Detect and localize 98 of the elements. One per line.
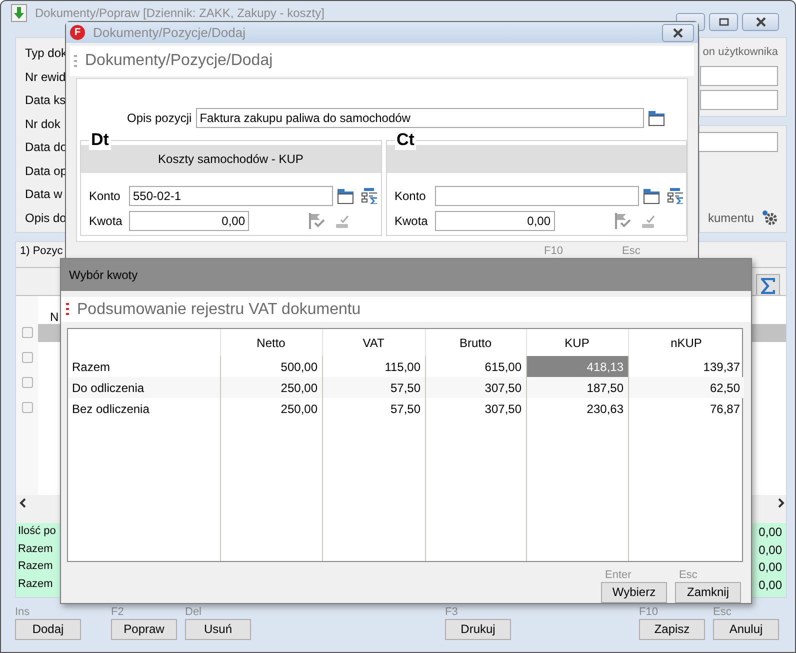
download-icon (11, 4, 27, 22)
section-label: Dt (89, 130, 111, 150)
folder-icon[interactable] (337, 188, 354, 204)
hotkey-label: F3 (445, 605, 459, 619)
window-title: Dokumenty/Pozycje/Dodaj (93, 24, 246, 40)
table-cell[interactable]: 307,50 (425, 398, 526, 420)
hotkey-label: Del (185, 605, 203, 619)
field-label: Data ks (25, 92, 66, 109)
dialog-heading: Dokumenty/Pozycje/Dodaj (85, 51, 273, 71)
action-button[interactable]: Anuluj (713, 619, 779, 640)
text-field[interactable]: Faktura zakupu paliwa do samochodów (196, 108, 644, 128)
row-label: Bez odliczenia (68, 398, 220, 420)
hotkey-label: F10 (543, 244, 564, 258)
text-field[interactable] (700, 90, 778, 110)
app-logo: F (70, 25, 85, 40)
summary-label: Razem (18, 542, 53, 556)
summary-value: 0,00 (758, 525, 782, 541)
table-cell[interactable]: 250,00 (220, 377, 322, 398)
row-label: Do odliczenia (68, 377, 220, 398)
checkbox[interactable] (22, 402, 32, 413)
summary-value: 0,00 (758, 578, 782, 594)
dialog-button[interactable]: Zamknij (675, 582, 741, 603)
action-button[interactable]: Drukuj (445, 619, 511, 640)
close-icon (754, 17, 766, 27)
summary-label: Razem (18, 560, 53, 574)
sigma-icon (761, 278, 775, 294)
summary-value: 0,00 (758, 560, 782, 576)
field-label: Konto (394, 188, 427, 204)
column-header: VAT (322, 329, 425, 356)
field-label: Kwota (89, 214, 124, 228)
maximize-button[interactable] (709, 13, 738, 31)
text-field[interactable]: 0,00 (129, 211, 249, 231)
summary-value: 0,00 (758, 542, 782, 558)
field-label: Kwota (394, 214, 429, 228)
dialog-heading: Podsumowanie rejestru VAT dokumentu (77, 300, 361, 319)
field-label: kumentu (708, 210, 754, 226)
table-cell[interactable]: 57,50 (322, 398, 425, 420)
folder-icon[interactable] (648, 110, 665, 126)
hotkey-label: Ins (15, 605, 31, 619)
field-label: Data w (25, 186, 62, 203)
dialog-button[interactable]: Wybierz (601, 582, 667, 603)
hotkey-label: Esc (678, 568, 698, 582)
text-field[interactable] (700, 66, 778, 86)
scroll-left-icon[interactable] (18, 498, 28, 508)
text-field[interactable] (434, 186, 638, 206)
field-label: Nr ewid (25, 68, 66, 86)
folder-icon[interactable] (642, 188, 660, 204)
row-label: Razem (68, 356, 220, 378)
close-button[interactable] (742, 13, 779, 31)
close-button[interactable] (662, 24, 694, 42)
selected-cell[interactable]: 418,13 (526, 356, 628, 378)
column-header: Netto (220, 329, 322, 356)
table-cell[interactable]: 307,50 (425, 377, 526, 398)
table-cell[interactable]: 57,50 (322, 377, 425, 398)
maximize-icon (718, 18, 728, 26)
summary-label: Razem (18, 578, 53, 592)
checkbox[interactable] (22, 377, 32, 388)
check-icon (640, 214, 654, 228)
field-label: Nr dok (25, 116, 60, 132)
table-cell[interactable]: 76,87 (628, 398, 744, 420)
field-label: Opis pozycji (127, 110, 192, 126)
hotkey-label: Esc (713, 605, 732, 619)
section-label: Ct (394, 130, 416, 150)
text-field[interactable]: 0,00 (434, 211, 554, 231)
action-button[interactable]: Dodaj (15, 619, 81, 640)
close-icon (672, 28, 684, 38)
table-cell[interactable]: 250,00 (220, 398, 322, 420)
window-title: Wybór kwoty (69, 268, 138, 282)
flag-check-icon (614, 213, 630, 229)
text-field[interactable]: 550-02-1 (129, 186, 333, 206)
flag-check-icon (309, 213, 325, 229)
column-header: N (50, 310, 59, 324)
account-name-bar: Koszty samochodów - KUP (81, 145, 380, 173)
tab[interactable]: 1) Pozyc (16, 245, 67, 261)
hotkey-label: Esc (621, 244, 642, 258)
summary-label: Ilość po (18, 525, 56, 539)
account-tree-icon[interactable] (360, 188, 378, 204)
action-button[interactable]: Usuń (185, 619, 251, 640)
hotkey-label: Enter (604, 568, 632, 582)
action-button[interactable]: Zapisz (639, 619, 705, 640)
checkbox[interactable] (22, 327, 32, 338)
window-title: Dokumenty/Popraw [Dziennik: ZAKK, Zakupy - koszty] (35, 6, 324, 21)
scroll-right-icon[interactable] (776, 498, 786, 508)
text-field[interactable] (698, 132, 778, 152)
hotkey-label: F2 (111, 605, 125, 619)
column-header: Brutto (425, 329, 526, 356)
table-cell[interactable]: 230,63 (526, 398, 628, 420)
action-button[interactable]: Popraw (111, 619, 177, 640)
table-cell[interactable]: 187,50 (526, 377, 628, 398)
account-tree-icon[interactable] (666, 188, 684, 204)
field-label: Konto (89, 188, 122, 204)
checkbox[interactable] (22, 352, 32, 363)
field-label: on użytkownika (702, 45, 778, 60)
hotkey-label: F10 (639, 605, 659, 619)
column-header: nKUP (628, 329, 744, 356)
gear-icon[interactable] (762, 210, 778, 226)
check-icon (335, 214, 349, 228)
table-cell[interactable]: 62,50 (628, 377, 744, 398)
